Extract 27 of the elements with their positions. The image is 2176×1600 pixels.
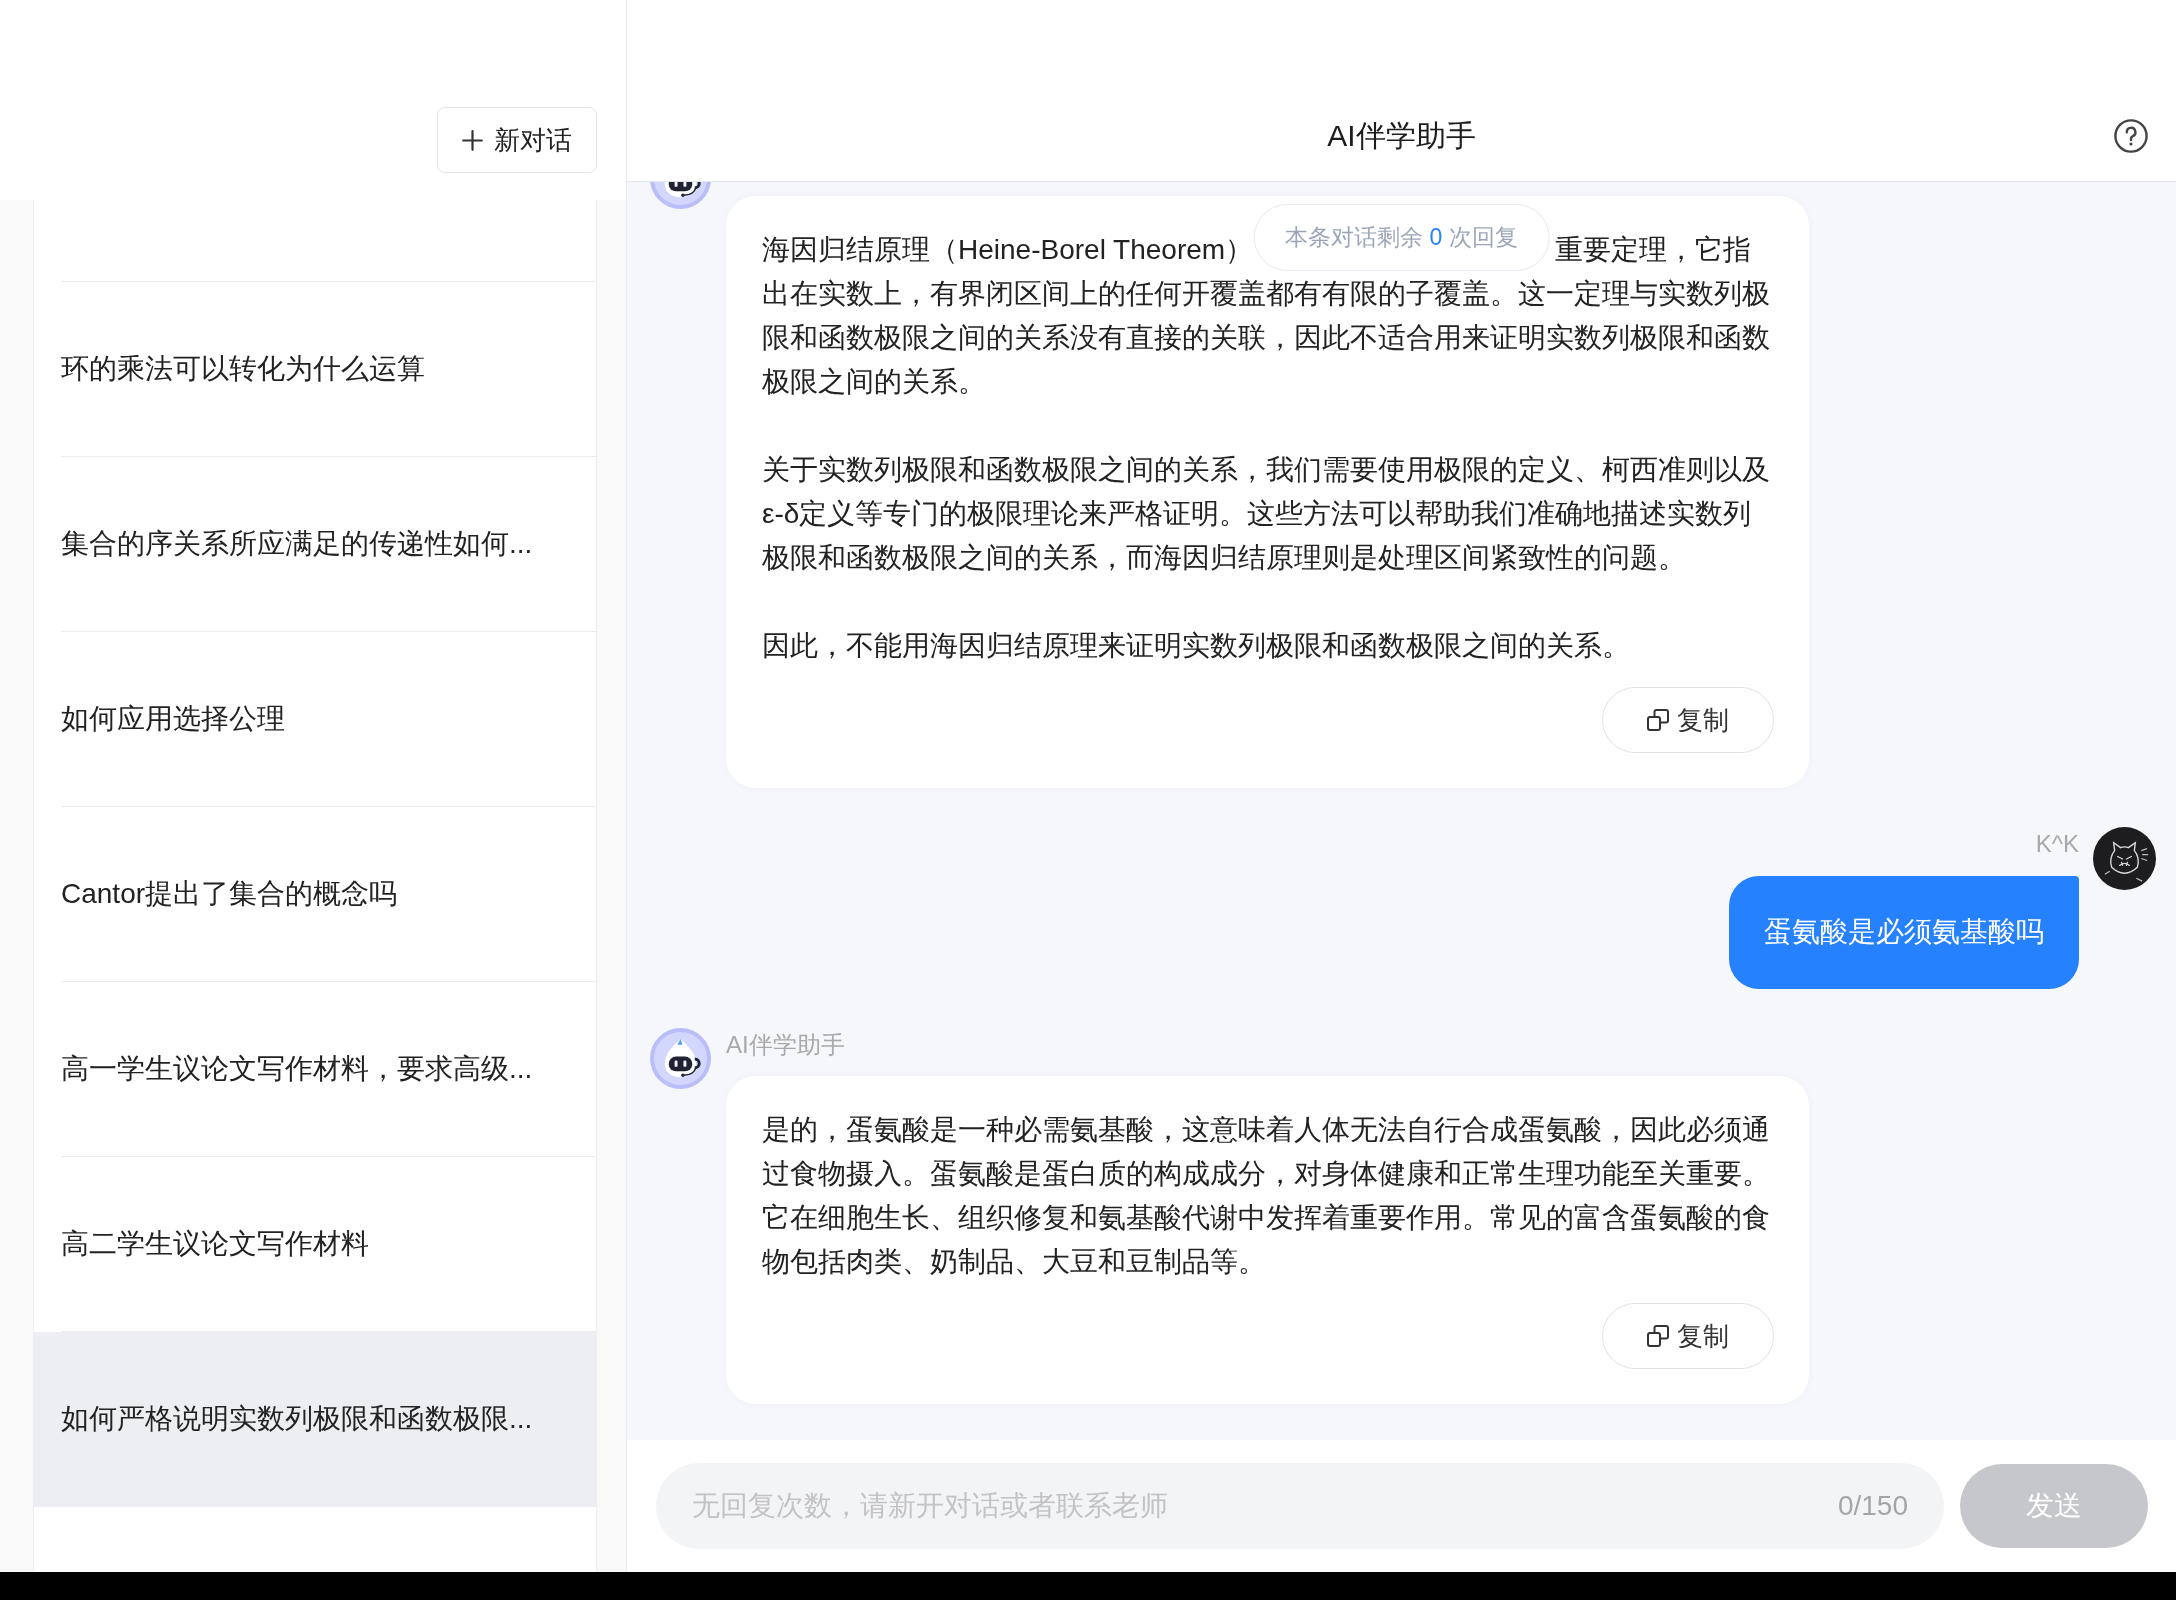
copy-button[interactable]: 复制 — [1602, 687, 1774, 753]
new-chat-button[interactable]: 新对话 — [437, 107, 597, 173]
chat-title: AI伴学助手 — [1327, 117, 1476, 154]
message-text-fragment: 海因归结原理（Heine-Borel Theorem） — [762, 233, 1254, 267]
remaining-replies-notice: 本条对话剩余 0 次回复 — [1253, 204, 1550, 271]
character-counter: 0/150 — [1837, 1489, 1908, 1523]
copy-icon — [1647, 709, 1669, 731]
help-icon[interactable] — [2114, 118, 2148, 153]
conversation-item[interactable]: Cantor提出了集合的概念吗 — [61, 807, 596, 982]
copy-icon — [1647, 1325, 1669, 1347]
sender-name: AI伴学助手 — [726, 1030, 845, 1060]
message-paragraph: 关于实数列极限和函数极限之间的关系，我们需要使用极限的定义、柯西准则以及ε-δ定义等专门的极限理论来严格证明。这些方法可以帮助我们准确地描述实数列极限和函数极限之间的关系，而海因归结原理则是处理区间紧致性的问题。 — [762, 453, 1771, 575]
sender-name: K^K — [2035, 829, 2079, 859]
conversation-item[interactable]: 如何应用选择公理 — [61, 632, 596, 807]
conversation-item[interactable]: 集合的序关系所应满足的传递性如何... — [61, 457, 596, 632]
robot-avatar-icon — [650, 1028, 711, 1089]
conversation-item[interactable]: 高一学生议论文写作材料，要求高级... — [61, 982, 596, 1157]
copy-button[interactable]: 复制 — [1602, 1303, 1774, 1369]
plus-icon — [462, 129, 483, 151]
conversation-item[interactable]: 环的乘法可以转化为什么运算 — [61, 282, 596, 457]
message-paragraph: 是的，蛋氨酸是一种必需氨基酸，这意味着人体无法自行合成蛋氨酸，因此必须通过食物摄入。蛋氨酸是蛋白质的构成成分，对身体健康和正常生理功能至关重要。它在细胞生长、组织修复和氨基酸代谢中发挥着重要作用。常见的富含蛋氨酸的食物包括肉类、奶制品、大豆和豆制品等。 — [762, 1113, 1771, 1279]
message-text-fragment: 重要定理，它指 — [1555, 233, 1751, 267]
message-paragraph: 因此，不能用海因归结原理来证明实数列极限和函数极限之间的关系。 — [762, 629, 1631, 663]
conversation-item[interactable]: 如何严格说明实数列极限和函数极限... — [34, 1332, 596, 1507]
message-paragraph: 出在实数上，有界闭区间上的任何开覆盖都有有限的子覆盖。这一定理与实数列极限和函数极限之间的关系没有直接的关联，因此不适合用来证明实数列极限和函数极限之间的关系。 — [762, 277, 1771, 399]
cat-avatar-icon — [2093, 827, 2156, 890]
user-message-bubble: 蛋氨酸是必须氨基酸吗 — [1729, 876, 2079, 989]
